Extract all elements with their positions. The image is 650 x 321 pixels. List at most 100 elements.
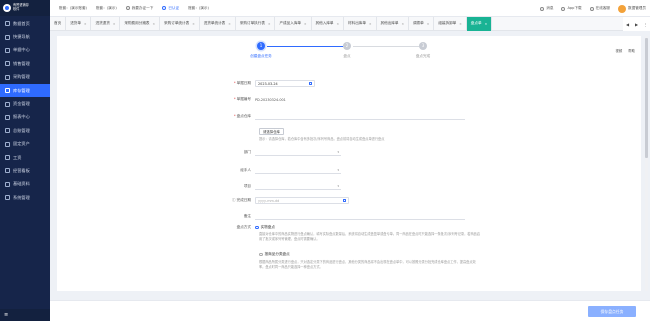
project-row: 项目 ▾ — [207, 183, 341, 190]
avatar[interactable] — [618, 4, 627, 13]
sidebar-item[interactable]: 工资 — [0, 151, 50, 164]
close-icon[interactable]: ✕ — [192, 22, 195, 26]
account-selector[interactable]: 账套：(演示账套) — [59, 6, 87, 11]
radio-unchecked-icon — [259, 252, 263, 257]
tab-next-button[interactable]: ▶ — [632, 22, 641, 27]
sidebar-item[interactable]: 经营看板 — [0, 164, 50, 177]
sidebar-item[interactable]: 固定资产 — [0, 138, 50, 151]
tab-more-button[interactable]: ⋮ — [641, 22, 650, 27]
brand[interactable]: 有赞进销存 软件 — [0, 0, 50, 16]
tab[interactable]: 组装拆卸单 ✕ — [434, 16, 467, 31]
sidebar-item[interactable]: 资金管理 — [0, 97, 50, 110]
deadline-input[interactable]: yyyy-mm-dd — [255, 197, 349, 204]
tab-prev-button[interactable]: ◀ — [623, 22, 632, 27]
tab-bar: 首页 进货单 ✕ 进货退货 ✕ 采购费用分摊表 ✕ 采购订单统计表 ✕ 进货单统计表 ✕ 采购订单执行… — [50, 16, 650, 31]
save-stocktake-button[interactable]: 保存盘点任务 — [588, 306, 636, 317]
remark-label: 备注 — [243, 214, 251, 218]
online-service-link[interactable]: 在线客服 — [589, 6, 610, 11]
sidebar-item[interactable]: 销售管理 — [0, 57, 50, 70]
tab[interactable]: 进货单统计表 ✕ — [200, 16, 236, 31]
company-selector[interactable]: 账套：(演示) — [188, 6, 209, 11]
warehouse-field[interactable] — [255, 113, 465, 120]
project-label: 项目 — [243, 184, 251, 188]
building-icon — [5, 141, 10, 147]
app-download-link[interactable]: App下载 — [561, 6, 582, 11]
close-icon[interactable]: ✕ — [401, 22, 404, 26]
switch-link[interactable]: 我要办证一下 — [125, 6, 153, 11]
close-icon[interactable]: ✕ — [485, 22, 488, 26]
menu-icon: ≡ — [4, 312, 9, 318]
verified-badge[interactable]: 已认证 — [162, 6, 179, 11]
account-selector-2[interactable]: 账套：(演示) — [96, 6, 117, 11]
warehouse-label: 盘点仓库 — [236, 114, 251, 118]
tab-label: 进货单统计表 — [203, 21, 226, 25]
messages-link[interactable]: 消息 — [540, 6, 553, 11]
close-icon[interactable]: ✕ — [153, 22, 156, 26]
tab[interactable]: 其他出库单 ✕ — [377, 16, 409, 31]
close-icon[interactable]: ✕ — [268, 22, 271, 26]
brand-logo-icon — [3, 4, 11, 12]
sidebar-item-label: 系统管理 — [13, 194, 30, 200]
calendar-icon — [308, 81, 312, 86]
tab-label: 其他入库单 — [315, 21, 334, 25]
tab-label: 采购订单执行表 — [239, 21, 265, 25]
tab[interactable]: 进货单 ✕ — [66, 16, 92, 31]
sidebar-item-label: 销售管理 — [13, 60, 30, 66]
select-warehouse-button[interactable]: 请选择仓库 — [259, 128, 284, 135]
tab-label: 组装拆卸单 — [438, 21, 457, 25]
remark-input[interactable] — [255, 213, 465, 220]
close-icon[interactable]: ✕ — [337, 22, 340, 26]
tab[interactable]: 进货退货 ✕ — [91, 16, 121, 31]
method-option-1[interactable]: 实物盘点 — [255, 225, 275, 230]
close-icon[interactable]: ✕ — [113, 22, 116, 26]
close-icon[interactable]: ✕ — [228, 22, 231, 26]
sidebar-item[interactable]: 数据首页 — [0, 17, 50, 30]
sidebar-item-label: 基础资料 — [13, 181, 30, 187]
close-icon[interactable]: ✕ — [304, 22, 307, 26]
close-icon[interactable]: ✕ — [369, 22, 372, 26]
sidebar-item[interactable]: 快捷导航 — [0, 30, 50, 43]
video-link[interactable]: 视频 — [615, 48, 622, 53]
close-icon[interactable]: ✕ — [84, 22, 87, 26]
document-icon — [5, 47, 10, 53]
help-link[interactable]: 帮助 — [628, 48, 635, 53]
project-select[interactable]: ▾ — [255, 183, 341, 190]
close-icon[interactable]: ✕ — [427, 22, 430, 26]
user-menu[interactable]: 数据管理员 — [628, 6, 646, 11]
close-icon[interactable]: ✕ — [459, 22, 462, 26]
department-select[interactable]: ▾ — [255, 149, 341, 156]
tab[interactable]: 产成品入库单 ✕ — [275, 16, 312, 31]
tab[interactable]: 调拨单 ✕ — [409, 16, 435, 31]
sidebar-item[interactable]: 采购管理 — [0, 71, 50, 84]
method-row: 盘点方式 实物盘点 — [207, 225, 275, 230]
tab[interactable]: 采购费用分摊表 ✕ — [120, 16, 161, 31]
method-option-1-desc: 直接对仓库中的商品实物进行盘点确认，填写实际盘点数量后，系统将自动生成盘盈单或盘… — [259, 232, 481, 241]
sidebar-item[interactable]: 库存管理 — [0, 83, 50, 98]
sidebar-item[interactable]: 总账管理 — [0, 124, 50, 137]
scrollbar[interactable] — [645, 36, 648, 291]
sidebar-item[interactable]: 报表中心 — [0, 111, 50, 124]
cart-icon — [5, 61, 10, 67]
tab[interactable]: 盘点单 ✕ — [466, 16, 493, 31]
sidebar-item[interactable]: 系统管理 — [0, 191, 50, 204]
method-option-2[interactable]: 按商品分类盘点 — [259, 252, 290, 257]
tab-label: 首页 — [54, 21, 62, 25]
step-3: 3 盘点完成 — [415, 42, 431, 58]
date-input[interactable]: 2023-03-24 — [255, 80, 315, 87]
warehouse-row: *盘点仓库 — [207, 113, 465, 120]
sidebar-collapse-button[interactable]: ≡ — [0, 309, 50, 321]
date-row: *单据日期 2023-03-24 — [207, 80, 315, 87]
sidebar-item-label: 数据首页 — [13, 20, 30, 26]
sidebar-item[interactable]: 基础资料 — [0, 178, 50, 191]
sidebar-item[interactable]: 单据中心 — [0, 44, 50, 57]
tab[interactable]: 首页 — [50, 16, 67, 31]
tab[interactable]: 材料出库单 ✕ — [344, 16, 377, 31]
tab[interactable]: 采购订单执行表 ✕ — [236, 16, 276, 31]
phone-icon — [561, 6, 566, 11]
handler-select[interactable]: ▾ — [255, 167, 341, 174]
tab[interactable]: 其他入库单 ✕ — [312, 16, 345, 31]
tab[interactable]: 采购订单统计表 ✕ — [160, 16, 200, 31]
step-2: 2 盘点 — [343, 42, 351, 58]
money-icon — [5, 155, 10, 161]
sidebar-item-label: 固定资产 — [13, 141, 30, 147]
